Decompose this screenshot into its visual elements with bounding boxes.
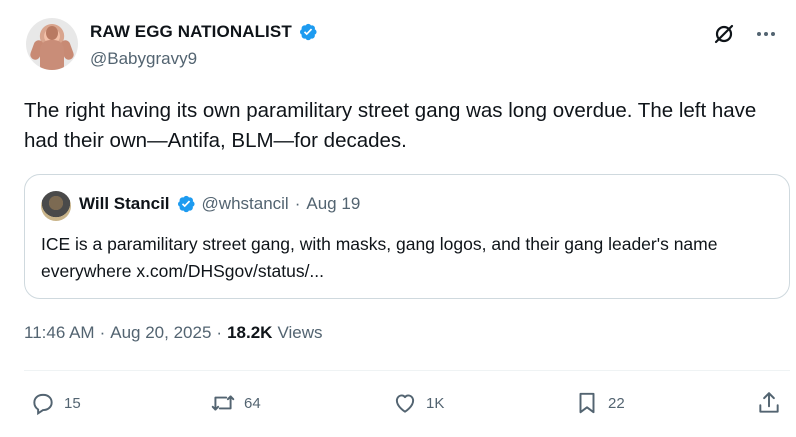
reply-icon — [33, 393, 53, 416]
reply-button[interactable]: 15 — [30, 390, 81, 416]
action-bar: 15 64 1K 22 — [30, 390, 790, 420]
author-display-name[interactable]: RAW EGG NATIONALIST — [90, 22, 292, 42]
reply-count: 15 — [64, 394, 81, 412]
quote-display-name: Will Stancil — [79, 194, 170, 213]
share-button[interactable] — [756, 390, 782, 416]
verified-badge-icon — [299, 23, 317, 41]
meta-separator: · — [99, 323, 106, 342]
meta-separator: · — [216, 323, 223, 342]
bookmark-icon — [579, 392, 595, 414]
quote-handle: @whstancil — [201, 194, 289, 213]
heart-icon — [395, 394, 415, 413]
quoted-tweet[interactable]: Will Stancil @whstancil · Aug 19 ICE is … — [24, 174, 790, 299]
tweet-time[interactable]: 11:46 AM — [24, 323, 95, 343]
tweet-meta-row: 11:46 AM · Aug 20, 2025 · 18.2K Views — [24, 323, 323, 343]
share-icon — [759, 392, 779, 413]
repost-count: 64 — [244, 394, 261, 412]
grok-icon[interactable] — [712, 22, 736, 51]
quote-header: Will Stancil @whstancil · Aug 19 — [79, 194, 360, 214]
bookmark-button[interactable]: 22 — [574, 390, 625, 416]
divider — [24, 370, 790, 371]
views-label: Views — [277, 323, 323, 342]
avatar-head — [46, 26, 58, 40]
quote-author-avatar — [41, 191, 71, 221]
repost-button[interactable]: 64 — [210, 390, 261, 416]
tweet-text: The right having its own paramilitary st… — [24, 99, 757, 152]
quote-text: ICE is a paramilitary street gang, with … — [41, 234, 718, 281]
views-count: 18.2K — [227, 323, 273, 342]
quote-separator: · — [294, 194, 301, 213]
author-avatar[interactable] — [26, 18, 78, 70]
like-button[interactable]: 1K — [392, 390, 444, 416]
quote-verified-badge-icon — [177, 195, 195, 213]
tweet-top-actions — [712, 22, 778, 51]
avatar-torso — [40, 40, 64, 70]
repost-icon — [211, 395, 235, 411]
quote-date: Aug 19 — [306, 194, 361, 213]
like-count: 1K — [426, 394, 445, 412]
author-handle[interactable]: @Babygravy9 — [90, 49, 197, 69]
bookmark-count: 22 — [608, 394, 625, 412]
tweet-date[interactable]: Aug 20, 2025 — [110, 323, 211, 343]
author-name-row[interactable]: RAW EGG NATIONALIST — [90, 22, 318, 42]
more-icon[interactable] — [754, 22, 778, 51]
